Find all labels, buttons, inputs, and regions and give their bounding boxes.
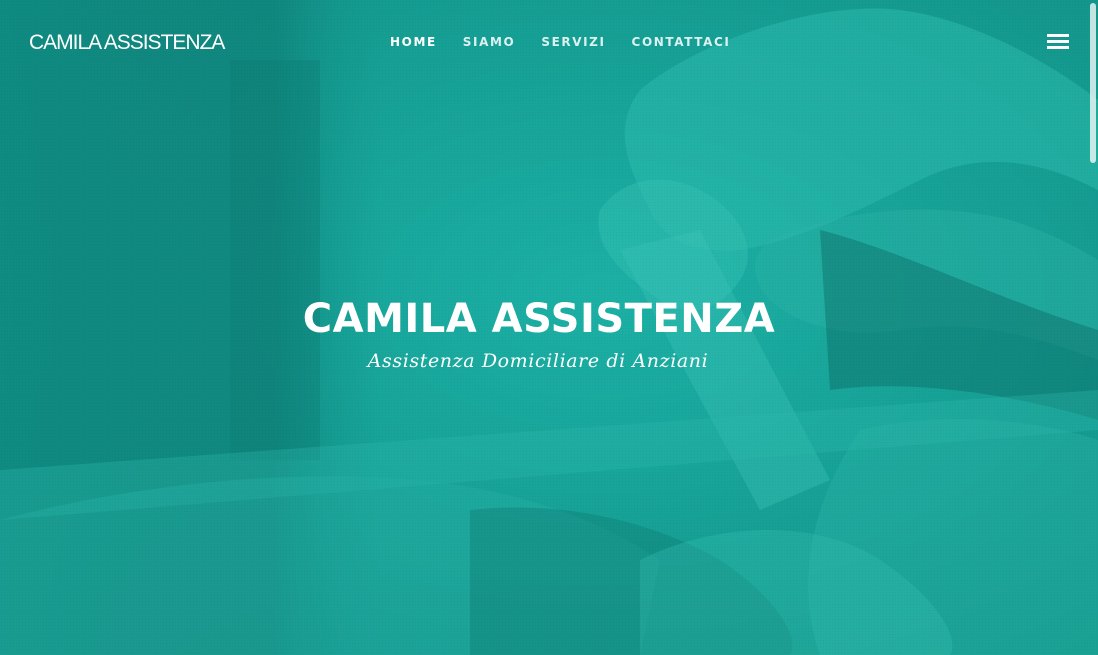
- nav-item-home[interactable]: HOME: [390, 35, 437, 49]
- main-nav: HOME SIAMO SERVIZI CONTATTACI: [390, 35, 756, 49]
- hero-title: CAMILA ASSISTENZA: [302, 296, 776, 342]
- site-logo-link[interactable]: CAMILA ASSISTENZA: [29, 31, 225, 55]
- menu-bar-line: [1047, 34, 1069, 37]
- nav-item-contattaci[interactable]: CONTATTACI: [632, 35, 731, 49]
- page-scrollbar[interactable]: [1089, 0, 1098, 655]
- scrollbar-thumb[interactable]: [1090, 3, 1096, 163]
- menu-bar-line: [1047, 40, 1069, 43]
- top-navigation-bar: CAMILA ASSISTENZA HOME SIAMO SERVIZI CON…: [0, 0, 1098, 86]
- nav-item-siamo[interactable]: SIAMO: [463, 35, 516, 49]
- menu-bar-line: [1047, 46, 1069, 49]
- hero-subtitle: Assistenza Domiciliare di Anziani: [367, 350, 709, 372]
- hamburger-menu-icon[interactable]: [1047, 34, 1071, 50]
- nav-item-servizi[interactable]: SERVIZI: [541, 35, 605, 49]
- hero-section: CAMILA ASSISTENZA HOME SIAMO SERVIZI CON…: [0, 0, 1098, 655]
